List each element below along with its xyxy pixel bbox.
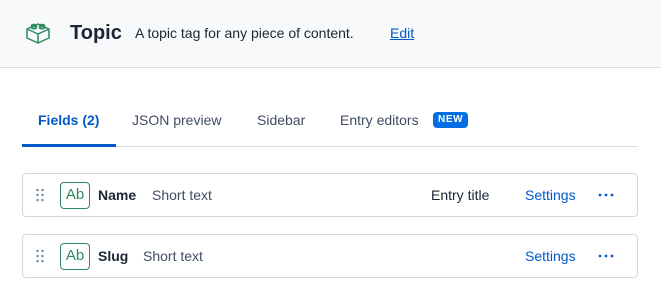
tab-sidebar[interactable]: Sidebar (257, 112, 305, 129)
entry-title-label: Entry title (431, 187, 490, 203)
field-name: Name (98, 187, 137, 203)
more-horizontal-icon[interactable] (597, 245, 615, 267)
field-type: Short text (143, 248, 203, 264)
content-type-header: Topic A topic tag for any piece of conte… (0, 0, 661, 68)
tab-bar: Fields (2) JSON preview Sidebar Entry ed… (22, 100, 638, 147)
short-text-type-icon: Ab (60, 243, 90, 270)
new-badge: NEW (433, 112, 469, 128)
drag-handle-icon[interactable] (35, 188, 45, 202)
drag-handle-icon[interactable] (35, 249, 45, 263)
field-row-slug: Ab Slug Short text Settings (22, 234, 638, 278)
more-horizontal-icon[interactable] (597, 184, 615, 206)
tab-json-preview[interactable]: JSON preview (132, 112, 221, 129)
lego-block-icon (26, 23, 50, 44)
short-text-type-icon: Ab (60, 182, 90, 209)
field-row-name: Ab Name Short text Entry title Settings (22, 173, 638, 217)
active-tab-indicator (22, 144, 116, 147)
content-type-description: A topic tag for any piece of content. (135, 25, 354, 41)
settings-button[interactable]: Settings (525, 248, 576, 265)
field-name: Slug (98, 248, 129, 264)
tab-fields[interactable]: Fields (2) (38, 112, 99, 129)
field-type: Short text (152, 187, 212, 203)
tab-entry-editors[interactable]: Entry editors (340, 112, 419, 129)
settings-button[interactable]: Settings (525, 187, 576, 204)
page-title: Topic (70, 22, 122, 44)
edit-link[interactable]: Edit (390, 25, 414, 42)
